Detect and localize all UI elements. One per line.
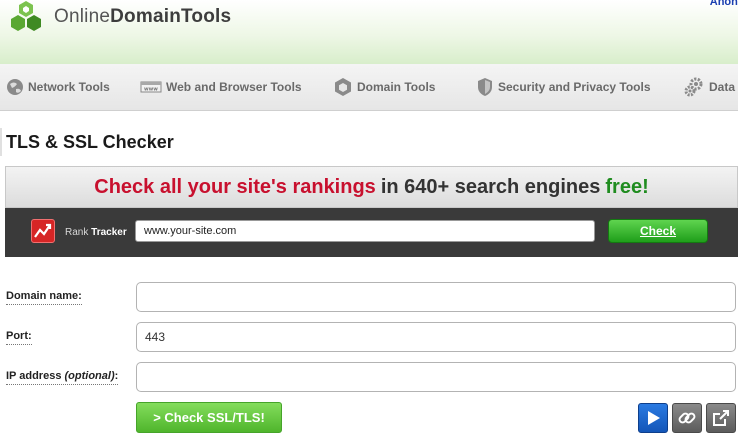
ad-url-input[interactable]: [135, 220, 595, 242]
port-label: Port:: [6, 330, 32, 345]
logo-hexagons-icon[interactable]: [6, 0, 46, 34]
logo-text-bold: DomainTools: [110, 6, 232, 27]
user-link[interactable]: Anony: [710, 0, 738, 8]
page-title: TLS & SSL Checker: [6, 132, 174, 152]
ad-headline-red: Check all your site's rankings: [94, 175, 376, 198]
ad-headline-dark: in 640+ search engines: [380, 175, 601, 198]
ad-check-button[interactable]: Check: [608, 219, 708, 243]
ip-address-label: IP address (optional):: [6, 370, 119, 385]
nav-label-web-browser-tools: Web and Browser Tools: [166, 80, 302, 94]
domain-name-input[interactable]: [136, 282, 736, 312]
gears-icon: [684, 77, 703, 97]
ad-headline[interactable]: Check all your site's rankings in 640+ s…: [5, 166, 738, 208]
nav-item-web-browser-tools[interactable]: www Web and Browser Tools: [140, 78, 302, 96]
run-button[interactable]: [638, 403, 668, 433]
play-icon: [648, 411, 660, 425]
main-nav: Network Tools www Web and Browser Tools …: [0, 64, 738, 111]
site-logo[interactable]: OnlineDomainTools: [54, 6, 231, 28]
shield-icon: [478, 78, 492, 96]
rank-tracker-label-bold: Tracker: [91, 227, 127, 238]
nav-item-domain-tools[interactable]: Domain Tools: [333, 78, 435, 96]
ip-label-optional: (optional): [64, 370, 115, 382]
external-link-icon: [713, 410, 729, 426]
link-icon: [678, 412, 696, 424]
ip-label-prefix: IP address: [6, 370, 62, 382]
nav-label-security-privacy-tools: Security and Privacy Tools: [498, 80, 651, 94]
nav-label-domain-tools: Domain Tools: [357, 80, 436, 94]
nav-item-security-privacy-tools[interactable]: Security and Privacy Tools: [476, 78, 651, 96]
nav-item-network-tools[interactable]: Network Tools: [6, 78, 110, 96]
rank-tracker-logo-icon: [31, 219, 55, 243]
site-header: OnlineDomainTools Anony: [0, 0, 738, 64]
external-link-button[interactable]: [706, 403, 736, 433]
ad-tracker-bar: Rank Tracker Check: [5, 208, 738, 257]
svg-text:www: www: [144, 87, 158, 93]
globe-icon: [7, 79, 23, 95]
hexagon-icon: [335, 78, 351, 96]
logo-text-light: Online: [54, 6, 111, 27]
trend-arrow-icon: [34, 223, 52, 238]
check-ssl-tls-button[interactable]: > Check SSL/TLS!: [136, 402, 282, 433]
nav-label-data-tools: Data a: [709, 80, 738, 94]
browser-window-icon: www: [140, 81, 162, 93]
domain-name-label: Domain name:: [6, 290, 82, 305]
rank-tracker-label-light: Rank: [65, 227, 89, 238]
port-input[interactable]: [136, 322, 736, 352]
rank-tracker-ad[interactable]: Check all your site's rankings in 640+ s…: [5, 166, 738, 257]
title-divider: [0, 128, 2, 156]
rank-tracker-label: Rank Tracker: [65, 227, 127, 238]
ip-address-input[interactable]: [136, 362, 736, 392]
ip-label-suffix: :: [114, 370, 119, 382]
nav-item-data-tools[interactable]: Data a: [683, 77, 738, 97]
ad-headline-green: free!: [605, 175, 649, 198]
nav-label-network-tools: Network Tools: [28, 80, 110, 94]
link-button[interactable]: [672, 403, 702, 433]
